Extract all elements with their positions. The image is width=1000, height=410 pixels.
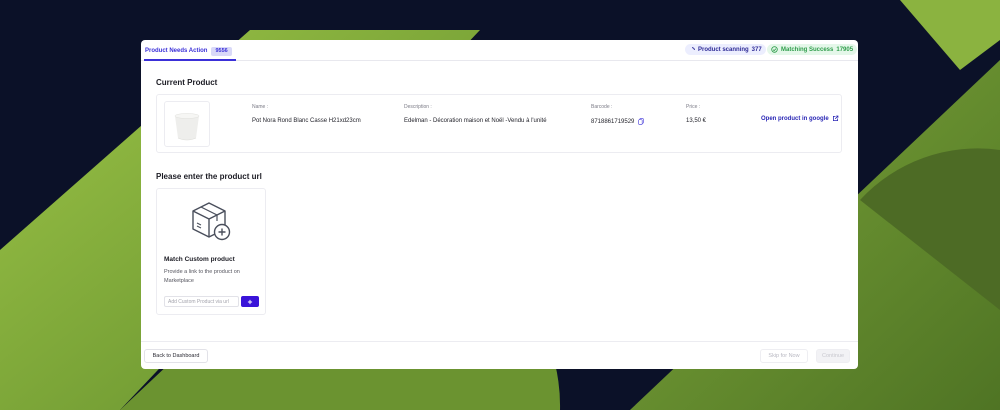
copy-icon[interactable] — [638, 118, 644, 125]
add-url-button[interactable] — [241, 296, 259, 307]
spinner-icon — [691, 46, 695, 50]
open-link-label: Open product in google — [761, 115, 829, 122]
scanning-count: 377 — [751, 46, 762, 53]
custom-product-url-input[interactable] — [164, 296, 239, 307]
match-custom-product-card: Match Custom product Provide a link to t… — [156, 188, 266, 315]
product-thumbnail — [164, 101, 210, 147]
matching-success-badge: Matching Success 17905 — [767, 44, 858, 55]
description-label: Description : — [404, 104, 432, 110]
tab-count-badge: 9556 — [211, 46, 232, 56]
enter-url-title: Please enter the product url — [156, 172, 262, 181]
description-column: Description : Edelman - Décoration maiso… — [404, 104, 547, 124]
barcode-row: 8718861719529 — [591, 118, 644, 125]
tab-product-needs-action[interactable]: Product Needs Action 9556 — [144, 43, 236, 61]
continue-button[interactable]: Continue — [816, 349, 850, 363]
barcode-value: 8718861719529 — [591, 119, 635, 126]
description-value: Edelman - Décoration maison et Noël -Ven… — [404, 118, 547, 124]
back-to-dashboard-button[interactable]: Back to Dashboard — [144, 349, 208, 363]
scanning-label: Product scanning — [698, 46, 749, 53]
current-product-panel: Name : Pot Nora Rond Blanc Casse H21xd23… — [156, 94, 842, 153]
matching-count: 17905 — [836, 46, 854, 53]
external-link-icon — [832, 115, 839, 121]
match-card-title: Match Custom product — [164, 256, 235, 263]
box-plus-icon — [192, 202, 231, 241]
price-value: 13,50 € — [686, 118, 707, 124]
matching-label: Matching Success — [781, 46, 834, 53]
barcode-label: Barcode : — [591, 104, 613, 110]
product-matching-card: Product Needs Action 9556 Product scanni… — [141, 40, 858, 369]
name-label: Name : — [252, 104, 269, 110]
skip-button[interactable]: Skip for Now — [760, 349, 808, 363]
plus-icon — [247, 299, 253, 304]
name-column: Name : Pot Nora Rond Blanc Casse H21xd23… — [252, 104, 361, 124]
top-bar: Product Needs Action 9556 Product scanni… — [141, 40, 858, 61]
barcode-column: Barcode : 8718861719529 — [591, 104, 644, 125]
tab-label: Product Needs Action — [145, 48, 208, 54]
open-in-google-link[interactable]: Open product in google — [761, 115, 839, 122]
product-scanning-badge: Product scanning 377 — [685, 44, 766, 55]
match-card-description: Provide a link to the product on Marketp… — [164, 269, 240, 284]
price-label: Price : — [686, 104, 701, 110]
pot-image — [174, 113, 200, 141]
name-value: Pot Nora Rond Blanc Casse H21xd23cm — [252, 118, 361, 124]
footer-bar: Back to Dashboard Skip for Now Continue — [141, 341, 858, 369]
price-column: Price : 13,50 € — [686, 104, 706, 124]
check-circle-icon — [771, 46, 778, 53]
current-product-title: Current Product — [156, 78, 218, 87]
